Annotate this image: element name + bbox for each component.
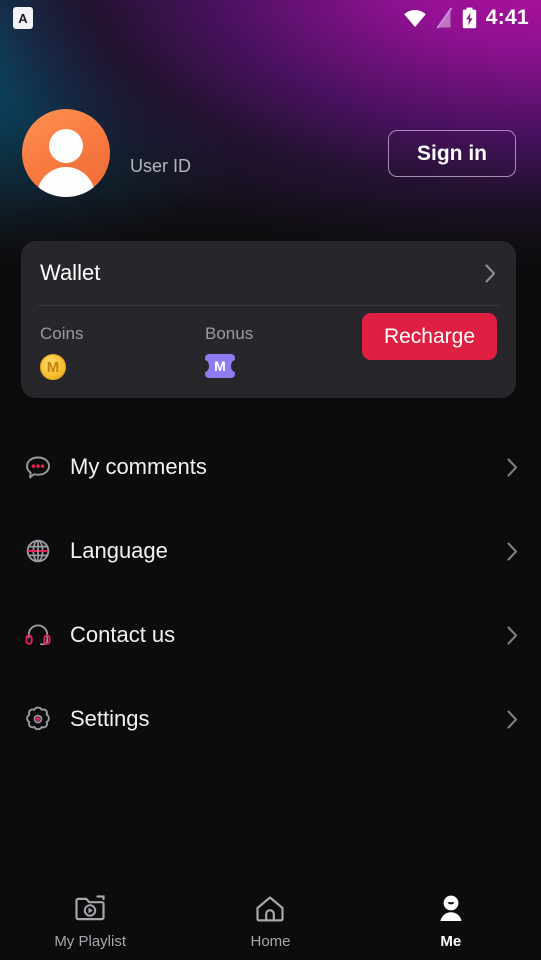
battery-charging-icon [462, 7, 476, 29]
comment-bubble-icon [21, 450, 55, 484]
coins-label: Coins [40, 324, 84, 343]
chevron-right-icon [507, 457, 518, 477]
settings-menu-list: My comments Language Contact us Settings [0, 425, 541, 761]
user-id-label: User ID [130, 155, 192, 176]
coins-column: Coins M [40, 324, 205, 380]
menu-item-contact-us[interactable]: Contact us [0, 593, 541, 677]
person-icon [440, 895, 462, 921]
chevron-right-icon [507, 625, 518, 645]
app-screen: A 4:41 User ID Sign in Wallet Coins M Bo… [0, 0, 541, 960]
signal-off-icon [436, 7, 453, 29]
menu-item-label: My comments [70, 454, 207, 479]
menu-item-label: Settings [70, 706, 150, 731]
home-icon [256, 896, 285, 922]
chevron-right-icon [507, 541, 518, 561]
wifi-icon [403, 9, 426, 27]
app-notification-badge-icon: A [13, 7, 33, 29]
coin-icon: M [40, 354, 66, 380]
status-bar-clock: 4:41 [485, 6, 529, 29]
bottom-tab-bar: My Playlist Home Me [0, 882, 541, 960]
menu-item-label: Contact us [70, 622, 176, 647]
menu-item-language[interactable]: Language [0, 509, 541, 593]
gear-icon [21, 702, 55, 736]
menu-item-settings[interactable]: Settings [0, 677, 541, 761]
recharge-button[interactable]: Recharge [361, 313, 497, 360]
wallet-header-row[interactable]: Wallet [21, 241, 516, 305]
globe-icon [21, 534, 55, 568]
avatar-body-shape [37, 167, 95, 197]
menu-item-my-comments[interactable]: My comments [0, 425, 541, 509]
bonus-column: Bonus M [205, 324, 370, 378]
avatar[interactable] [22, 109, 110, 197]
wallet-balances-row: Coins M Bonus M Recharge [21, 306, 516, 380]
tab-home[interactable]: Home [180, 892, 360, 950]
avatar-head-shape [49, 129, 83, 163]
profile-header: User ID Sign in [0, 103, 541, 203]
tab-label: My Playlist [54, 933, 126, 950]
chevron-right-icon [485, 263, 496, 283]
status-bar: A 4:41 [0, 0, 541, 36]
headset-icon [21, 618, 55, 652]
playlist-folder-icon [75, 895, 105, 921]
wallet-title: Wallet [40, 260, 101, 285]
tab-my-playlist[interactable]: My Playlist [0, 892, 180, 950]
status-bar-icons: 4:41 [403, 6, 529, 30]
tab-me[interactable]: Me [361, 892, 541, 950]
bonus-label: Bonus [205, 324, 254, 343]
sign-in-button[interactable]: Sign in [388, 129, 516, 177]
menu-item-label: Language [70, 538, 168, 563]
wallet-card[interactable]: Wallet Coins M Bonus M Recharge [21, 241, 516, 398]
chevron-right-icon [507, 709, 518, 729]
tab-label: Home [250, 933, 291, 950]
bonus-ticket-icon: M [205, 354, 235, 378]
tab-label: Me [440, 933, 462, 950]
